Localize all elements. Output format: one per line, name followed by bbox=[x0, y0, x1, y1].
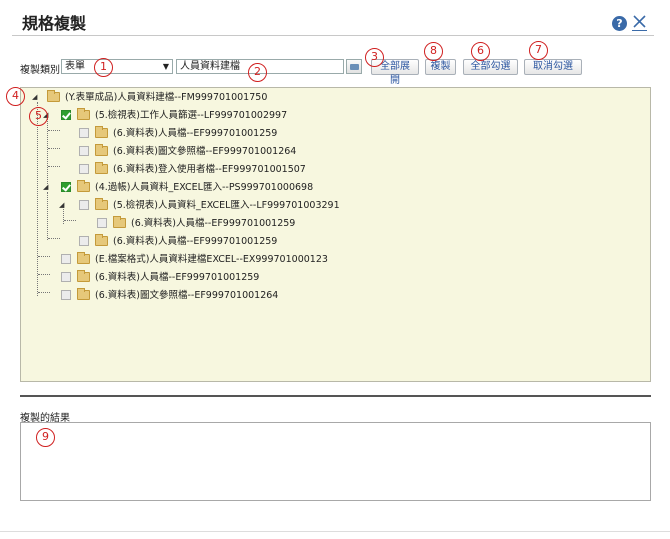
tree-node[interactable]: (6.資料表)人員檔--EF999701001259 bbox=[61, 269, 260, 285]
tree-node-label: (Y.表單成品)人員資料建檔--FM999701001750 bbox=[65, 92, 268, 103]
tree-node-label: (6.資料表)圖文參照檔--EF999701001264 bbox=[113, 146, 297, 157]
collapse-icon[interactable]: ◢ bbox=[32, 94, 37, 101]
tree-node-label: (6.資料表)人員檔--EF999701001259 bbox=[113, 236, 278, 247]
copy-result-textarea[interactable] bbox=[20, 422, 651, 501]
tree-node-label: (4.過帳)人員資料_EXCEL匯入--PS999701000698 bbox=[95, 182, 314, 193]
tree-node[interactable]: (6.資料表)人員檔--EF999701001259 bbox=[97, 215, 296, 231]
tree-node[interactable]: (6.資料表)人員檔--EF999701001259 bbox=[79, 233, 278, 249]
node-checkbox[interactable] bbox=[97, 217, 107, 228]
node-checkbox[interactable] bbox=[61, 109, 71, 120]
tree-connector bbox=[48, 166, 60, 167]
copy-type-select[interactable]: 表單 ▼ bbox=[61, 59, 173, 74]
folder-icon bbox=[95, 197, 108, 210]
node-checkbox[interactable] bbox=[61, 181, 71, 192]
browse-folder-button[interactable] bbox=[346, 59, 362, 74]
node-checkbox[interactable] bbox=[79, 163, 89, 174]
close-icon[interactable] bbox=[631, 14, 648, 31]
node-checkbox[interactable] bbox=[79, 145, 89, 156]
folder-icon bbox=[77, 269, 90, 282]
folder-icon bbox=[95, 233, 108, 246]
uncheck-all-button[interactable]: 取消勾選 bbox=[524, 59, 582, 75]
folder-icon bbox=[77, 107, 90, 120]
collapse-icon[interactable]: ◢ bbox=[59, 202, 64, 209]
folder-icon bbox=[95, 161, 108, 174]
tree-connector bbox=[48, 130, 60, 131]
folder-icon bbox=[77, 179, 90, 192]
tree-connector bbox=[37, 102, 38, 296]
copy-type-select-value: 表單 bbox=[65, 61, 85, 72]
collapse-icon[interactable]: ◢ bbox=[43, 184, 48, 191]
tree-connector bbox=[47, 118, 48, 184]
copy-button[interactable]: 複製 bbox=[425, 59, 456, 75]
annotation-marker: 1 bbox=[94, 58, 113, 77]
node-checkbox[interactable] bbox=[61, 253, 71, 264]
section-divider bbox=[20, 395, 651, 397]
folder-icon bbox=[77, 287, 90, 300]
tree-node[interactable]: (6.資料表)圖文參照檔--EF999701001264 bbox=[61, 287, 279, 303]
folder-icon bbox=[47, 89, 60, 102]
check-all-button[interactable]: 全部勾選 bbox=[463, 59, 518, 75]
annotation-marker: 7 bbox=[529, 41, 548, 60]
tree-node[interactable]: (E.檔案格式)人員資料建檔EXCEL--EX999701000123 bbox=[61, 251, 328, 267]
annotation-marker: 8 bbox=[424, 42, 443, 61]
tree-connector bbox=[38, 256, 50, 257]
annotation-marker: 4 bbox=[6, 87, 25, 106]
folder-icon bbox=[95, 125, 108, 138]
node-checkbox[interactable] bbox=[61, 289, 71, 300]
bottom-divider bbox=[0, 531, 670, 532]
tree-node[interactable]: (5.檢視表)工作人員篩選--LF999701002997 bbox=[61, 107, 288, 123]
tree-node-label: (6.資料表)人員檔--EF999701001259 bbox=[131, 218, 296, 229]
spec-tree-panel: ◢ ◢ ◢ ◢ (Y.表單成品)人員資料建檔--FM999701001750 (… bbox=[20, 87, 651, 382]
folder-icon bbox=[95, 143, 108, 156]
tree-connector bbox=[47, 192, 48, 240]
annotation-marker: 6 bbox=[471, 42, 490, 61]
tree-node[interactable]: (Y.表單成品)人員資料建檔--FM999701001750 bbox=[47, 89, 268, 105]
tree-node-label: (6.資料表)人員檔--EF999701001259 bbox=[113, 128, 278, 139]
tree-node[interactable]: (5.檢視表)人員資料_EXCEL匯入--LF999701003291 bbox=[79, 197, 340, 213]
node-checkbox[interactable] bbox=[79, 127, 89, 138]
title-divider bbox=[12, 35, 654, 36]
annotation-marker: 3 bbox=[365, 48, 384, 67]
folder-icon bbox=[77, 251, 90, 264]
annotation-marker: 9 bbox=[36, 428, 55, 447]
tree-node-label: (6.資料表)圖文參照檔--EF999701001264 bbox=[95, 290, 279, 301]
tree-connector bbox=[48, 148, 60, 149]
copy-type-label: 複製類別 bbox=[20, 65, 60, 76]
tree-node-label: (5.檢視表)工作人員篩選--LF999701002997 bbox=[95, 110, 288, 121]
tree-connector bbox=[38, 274, 50, 275]
annotation-marker: 5 bbox=[29, 107, 48, 126]
tree-node-label: (E.檔案格式)人員資料建檔EXCEL--EX999701000123 bbox=[95, 254, 328, 265]
annotation-marker: 2 bbox=[248, 63, 267, 82]
page-title: 規格複製 bbox=[22, 14, 87, 33]
tree-connector bbox=[48, 238, 60, 239]
help-icon[interactable]: ? bbox=[612, 16, 627, 31]
tree-node-label: (6.資料表)登入使用者檔--EF999701001507 bbox=[113, 164, 306, 175]
node-checkbox[interactable] bbox=[79, 235, 89, 246]
tree-node[interactable]: (6.資料表)圖文參照檔--EF999701001264 bbox=[79, 143, 297, 159]
tree-connector bbox=[38, 292, 50, 293]
node-checkbox[interactable] bbox=[61, 271, 71, 282]
tree-node[interactable]: (4.過帳)人員資料_EXCEL匯入--PS999701000698 bbox=[61, 179, 314, 195]
node-checkbox[interactable] bbox=[79, 199, 89, 210]
tree-node[interactable]: (6.資料表)登入使用者檔--EF999701001507 bbox=[79, 161, 306, 177]
tree-connector bbox=[64, 220, 76, 221]
tree-node[interactable]: (6.資料表)人員檔--EF999701001259 bbox=[79, 125, 278, 141]
folder-open-icon bbox=[350, 64, 359, 70]
tree-node-label: (6.資料表)人員檔--EF999701001259 bbox=[95, 272, 260, 283]
chevron-down-icon: ▼ bbox=[162, 62, 169, 71]
tree-node-label: (5.檢視表)人員資料_EXCEL匯入--LF999701003291 bbox=[113, 200, 340, 211]
folder-icon bbox=[113, 215, 126, 228]
